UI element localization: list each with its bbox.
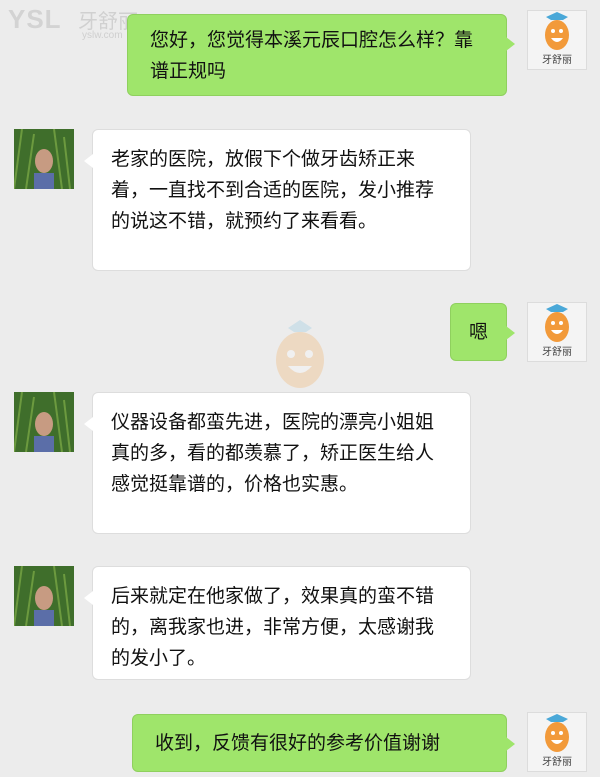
message-text: 后来就定在他家做了，效果真的蛮不错的，离我家也进，非常方便，太感谢我的发小了。 [111, 585, 435, 669]
my-avatar-label: 牙舒丽 [542, 347, 572, 358]
my-avatar[interactable]: 牙舒丽 [527, 712, 587, 772]
my-avatar-label: 牙舒丽 [542, 757, 572, 768]
my-avatar[interactable]: 牙舒丽 [527, 302, 587, 362]
message-bubble-outgoing: 嗯 [450, 303, 515, 361]
watermark-url: yslw.com [82, 30, 123, 41]
contact-photo [14, 129, 74, 189]
message-text: 收到，反馈有很好的参考价值谢谢 [155, 732, 441, 754]
carrot-mascot-icon [545, 304, 569, 342]
message-bubble-incoming: 后来就定在他家做了，效果真的蛮不错的，离我家也进，非常方便，太感谢我的发小了。 [84, 566, 471, 680]
message-bubble-outgoing: 您好，您觉得本溪元辰口腔怎么样？靠谱正规吗 [127, 14, 515, 96]
carrot-mascot-icon [545, 714, 569, 752]
watermark-brand: YSL [8, 4, 62, 34]
my-avatar[interactable]: 牙舒丽 [527, 10, 587, 70]
mascot-watermark-icon [276, 320, 324, 388]
my-avatar-label: 牙舒丽 [542, 55, 572, 66]
watermark-logo: YSL 牙舒丽 yslw.com [8, 4, 138, 44]
message-bubble-incoming: 仪器设备都蛮先进，医院的漂亮小姐姐真的多，看的都羡慕了，矫正医生给人感觉挺靠谱的… [84, 392, 471, 534]
message-text: 嗯 [468, 321, 488, 343]
message-text: 您好，您觉得本溪元辰口腔怎么样？靠谱正规吗 [150, 29, 474, 82]
message-bubble-incoming: 老家的医院，放假下个做牙齿矫正来着，一直找不到合适的医院，发小推荐的说这不错，就… [84, 129, 471, 271]
contact-avatar[interactable] [14, 566, 74, 626]
contact-avatar[interactable] [14, 392, 74, 452]
contact-photo [14, 392, 74, 452]
contact-avatar[interactable] [14, 129, 74, 189]
message-bubble-outgoing: 收到，反馈有很好的参考价值谢谢 [132, 714, 515, 772]
carrot-mascot-icon [545, 12, 569, 50]
message-text: 仪器设备都蛮先进，医院的漂亮小姐姐真的多，看的都羡慕了，矫正医生给人感觉挺靠谱的… [111, 411, 435, 495]
contact-photo [14, 566, 74, 626]
message-text: 老家的医院，放假下个做牙齿矫正来着，一直找不到合适的医院，发小推荐的说这不错，就… [111, 148, 435, 232]
